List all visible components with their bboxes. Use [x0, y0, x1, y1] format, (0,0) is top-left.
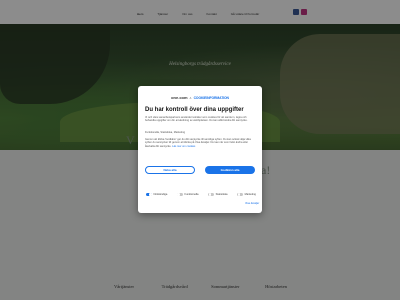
toggle-label: Nödvändiga [153, 193, 168, 197]
accept-all-button[interactable]: Godkänn alla [205, 166, 255, 174]
cookie-consent-dialog: one.com & COOKIEINFORMATION Du har kontr… [138, 86, 262, 213]
toggle-label: Statistiska [215, 193, 228, 197]
dialog-purposes-text: Funktionella, Statistiska, Marketing [145, 131, 186, 134]
toggle-necessary[interactable]: Nödvändiga [146, 193, 168, 197]
dialog-consent-text: Genom att klicka 'Godkänn' ger du ditt s… [145, 138, 255, 160]
consent-text-body: Genom att klicka 'Godkänn' ger du ditt s… [145, 138, 251, 148]
read-more-link[interactable]: Läs mer om cookies [172, 145, 195, 148]
dialog-intro-text: Vi och våra samarbetspartners använder t… [145, 116, 248, 123]
toggle-marketing[interactable]: Marketing [237, 193, 256, 197]
onecom-logo: one.com [171, 95, 188, 100]
cookieinformation-logo: COOKIEINFORMATION [193, 95, 229, 100]
consent-toggles: Nödvändiga Funktionella Statistiska Mark… [146, 193, 256, 197]
toggle-functional[interactable]: Funktionella [177, 193, 199, 197]
toggle-switch[interactable] [237, 193, 244, 197]
reject-all-button[interactable]: Neka alla [145, 166, 195, 174]
cookie-brand: one.com & COOKIEINFORMATION [138, 95, 262, 100]
toggle-statistics[interactable]: Statistiska [208, 193, 228, 197]
brand-separator: & [189, 95, 192, 100]
dialog-title: Du har kontroll över dina uppgifter [145, 107, 244, 113]
show-details-link[interactable]: Visa detaljer [245, 202, 259, 205]
toggle-label: Funktionella [184, 193, 199, 197]
toggle-switch[interactable] [208, 193, 215, 197]
toggle-switch[interactable] [177, 193, 183, 197]
toggle-switch[interactable] [146, 193, 152, 197]
toggle-label: Marketing [244, 193, 256, 197]
